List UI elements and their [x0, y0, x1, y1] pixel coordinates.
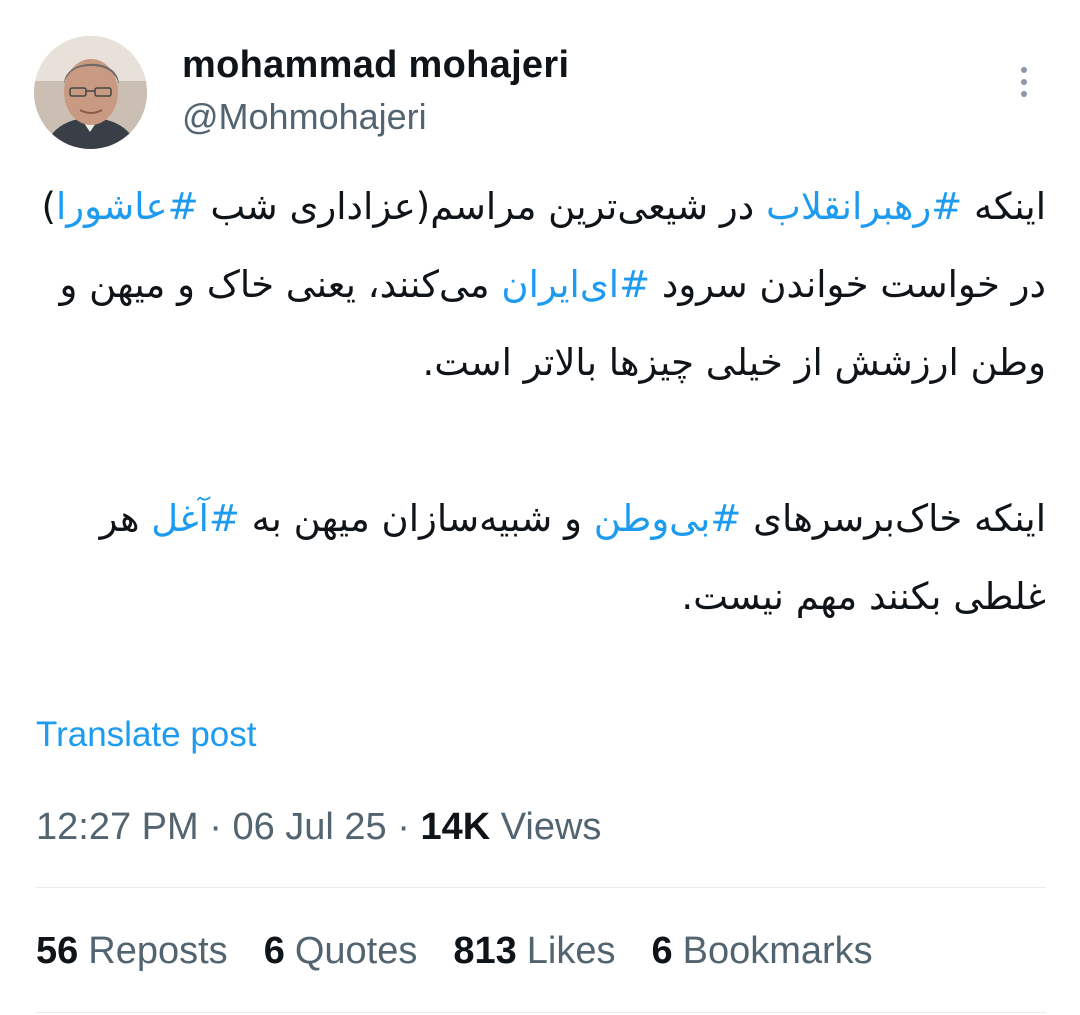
tweet-date[interactable]: 06 Jul 25 — [232, 806, 386, 848]
stat-count: 6 — [263, 930, 285, 972]
more-dot — [1021, 91, 1027, 97]
hashtag-link[interactable]: #رهبرانقلاب — [766, 185, 962, 228]
tweet-text-segment: در شیعی‌ترین مراسم(عزاداری شب — [198, 185, 767, 228]
hashtag-link[interactable]: #بی‌وطن — [594, 497, 742, 540]
stat-reposts[interactable]: 56 Reposts — [36, 930, 228, 973]
tweet-paragraph: اینکه خاک‌برسرهای #بی‌وطن و شبیه‌سازان م… — [36, 480, 1046, 636]
more-dot — [1021, 67, 1027, 73]
stat-count: 56 — [36, 930, 79, 972]
more-vertical-icon[interactable] — [1004, 58, 1044, 106]
tweet: mohammad mohajeri @Mohmohajeri اینکه #ره… — [0, 0, 1080, 1015]
avatar-photo — [34, 36, 147, 149]
tweet-meta: 12:27 PM · 06 Jul 25 · 14K Views — [36, 806, 601, 849]
user-handle[interactable]: @Mohmohajeri — [182, 96, 427, 138]
stat-label: Reposts — [88, 930, 228, 972]
stat-label: Likes — [526, 930, 616, 972]
translate-post-link[interactable]: Translate post — [36, 715, 256, 755]
tweet-paragraph: اینکه #رهبرانقلاب در شیعی‌ترین مراسم(عزا… — [36, 168, 1046, 402]
tweet-text-segment: و شبیه‌سازان میهن به — [239, 497, 594, 540]
avatar[interactable] — [34, 36, 147, 149]
tweet-text: اینکه #رهبرانقلاب در شیعی‌ترین مراسم(عزا… — [36, 168, 1046, 636]
stat-quotes[interactable]: 6 Quotes — [264, 930, 418, 973]
hashtag-link[interactable]: #عاشورا — [56, 185, 199, 228]
views-label: Views — [500, 806, 602, 848]
tweet-text-segment: اینکه خاک‌برسرهای — [741, 497, 1046, 540]
display-name[interactable]: mohammad mohajeri — [182, 44, 569, 87]
divider — [36, 1012, 1046, 1013]
engagement-stats: 56 Reposts 6 Quotes 813 Likes 6 Bookmarks — [36, 930, 909, 973]
stat-count: 6 — [651, 930, 673, 972]
views-count: 14K — [420, 806, 491, 848]
stat-likes[interactable]: 813 Likes — [453, 930, 615, 973]
meta-separator: · — [198, 806, 233, 848]
more-dot — [1021, 79, 1027, 85]
divider — [36, 887, 1046, 888]
stat-label: Bookmarks — [682, 930, 873, 972]
stat-count: 813 — [453, 930, 517, 972]
hashtag-link[interactable]: #آغل — [151, 497, 240, 540]
meta-separator: · — [386, 806, 421, 848]
hashtag-link[interactable]: #ای‌ایران — [501, 263, 650, 306]
tweet-text-segment: اینکه — [962, 185, 1046, 228]
stat-bookmarks[interactable]: 6 Bookmarks — [651, 930, 872, 973]
tweet-time[interactable]: 12:27 PM — [36, 806, 199, 848]
stat-label: Quotes — [294, 930, 418, 972]
